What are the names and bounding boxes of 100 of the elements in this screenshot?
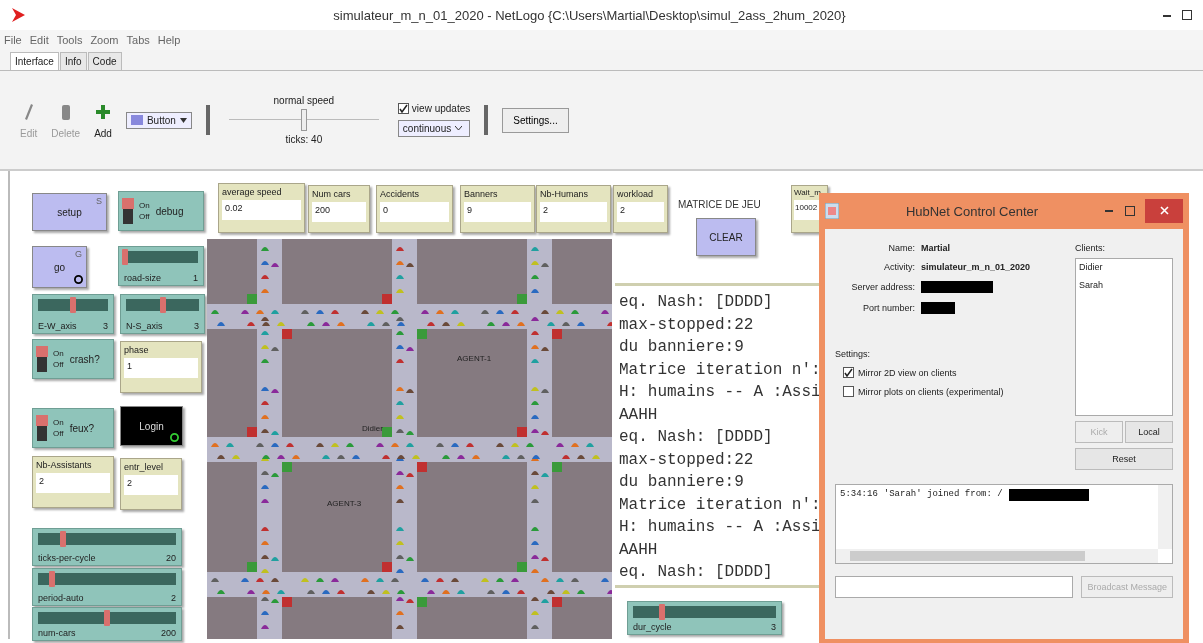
option-checkbox[interactable] [843,367,854,378]
add-button[interactable]: Add [94,101,112,139]
field-value: simulateur_m_n_01_2020 [921,262,1032,272]
monitor-label: Num cars [312,189,352,199]
slider-thumb[interactable] [104,610,110,626]
slider-thumb[interactable] [70,297,76,313]
slider-thumb[interactable] [59,531,66,547]
maximize-icon[interactable] [1125,206,1135,216]
message-input[interactable] [835,576,1074,598]
slider-widget[interactable]: E-W_axis 3 [32,294,114,334]
log-time: 5:34:16 [840,489,878,499]
local-button[interactable]: Local [1125,421,1173,443]
widget-button[interactable]: go G [32,246,87,288]
slider-widget[interactable]: N-S_axis 3 [120,294,205,334]
client-item[interactable]: Didier [1079,262,1169,272]
login-button[interactable]: Login [120,406,183,446]
tab[interactable]: Interface [10,52,59,70]
input-label: phase [124,345,150,355]
output-line: H: humains -- A :Assi [619,517,822,538]
slider-label: dur_cycle [633,622,672,632]
monitor-value: 9 [464,202,531,222]
slider-widget[interactable]: period-auto 2 [32,568,182,606]
slider-label: N-S_axis [126,321,163,331]
slider-widget[interactable]: road-size 1 [118,246,204,286]
view-updates-checkbox[interactable] [397,103,409,114]
input-field[interactable]: 2 [124,475,178,495]
slider-value: 3 [771,622,776,632]
input-field[interactable]: 1 [124,358,198,378]
login-button[interactable]: setup S [32,193,107,231]
output-line: Matrice iteration n': [619,359,822,381]
caret-icon [179,117,187,123]
settings-button[interactable]: Settings... [502,107,569,133]
slider-value: 20 [166,553,176,563]
speed-slider[interactable] [228,109,379,131]
slider-value: 1 [193,273,198,283]
update-mode-dropdown[interactable]: continuous [397,120,471,137]
slider-widget[interactable]: num-cars 200 [32,607,182,641]
toggle-switch[interactable] [123,198,133,224]
menu-item[interactable]: Zoom [90,34,119,46]
caret-icon [455,126,463,131]
off-label: Off [139,211,150,222]
toggle-switch[interactable] [37,415,47,441]
action-key: G [75,249,82,259]
slider-thumb[interactable] [122,249,129,265]
field-label: Name: [887,243,915,253]
checkbox-label: view updates [411,103,471,114]
output-line: max-stopped:22 [619,314,755,336]
switch-label: debug [155,205,184,217]
action-key: S [96,196,102,206]
slider-label: E-W_axis [38,321,77,331]
slider-label: ticks-per-cycle [38,553,96,563]
slider-label: road-size [124,273,161,283]
menu-item[interactable]: Tools [56,34,83,46]
menu-item[interactable]: File [4,34,22,46]
option-label: Mirror plots on clients (experimental) [858,386,1004,397]
widget-type-dropdown[interactable]: Button [125,111,192,129]
menu-item[interactable]: Help [157,34,181,46]
tab[interactable]: Code [87,52,122,70]
field-label: Activity: [883,262,915,272]
speed-label: normal speed [273,95,335,106]
monitor-label: Nb-Humans [540,189,589,199]
input-field[interactable]: 2 [36,473,110,493]
toggle-switch[interactable] [37,346,47,372]
monitor-value: 0.02 [222,200,301,220]
reset-button[interactable]: Reset [1075,448,1173,470]
slider-label: period-auto [38,593,84,603]
slider-value: 3 [103,321,108,331]
slider-widget[interactable]: ticks-per-cycle 20 [32,528,182,566]
menu-item[interactable]: Edit [29,34,49,46]
slider-thumb[interactable] [159,297,166,313]
output-line: du banniere:9 [619,472,745,493]
on-label: On [53,348,64,359]
button-widget-icon [130,115,143,125]
output-line: AAHH [619,539,659,561]
vertical-scrollbar[interactable] [1158,485,1172,549]
slider-thumb[interactable] [48,571,55,587]
slider-value: 200 [160,628,176,638]
maximize-icon[interactable] [1181,9,1193,21]
slider-widget[interactable]: dur_cycle 3 [627,601,782,635]
switch-label: feux? [69,422,95,434]
ticks-counter: ticks: 40 [285,134,323,145]
dialog-title: HubNet Control Center [904,203,1040,219]
horizontal-scrollbar[interactable] [836,549,1158,563]
field-label: Port number: [861,303,915,313]
tab[interactable]: Info [59,52,87,70]
slider-thumb[interactable] [300,109,307,131]
monitor-value: 2 [540,202,607,222]
monitor-label: Banners [464,189,499,199]
on-label: On [139,200,150,211]
slider-thumb[interactable] [658,604,665,620]
login-button[interactable]: CLEAR [696,218,756,256]
option-checkbox[interactable] [843,386,854,397]
monitor-label: average speed [222,187,283,197]
monitor-label: Accidents [380,189,421,199]
monitor-label: Wait_m [794,188,822,197]
close-button[interactable] [1145,199,1183,223]
output-line: H: humains -- A :Assi [619,382,822,403]
client-item[interactable]: Sarah [1079,280,1169,290]
menu-item[interactable]: Tabs [126,34,150,46]
monitor-value: 200 [312,202,366,222]
